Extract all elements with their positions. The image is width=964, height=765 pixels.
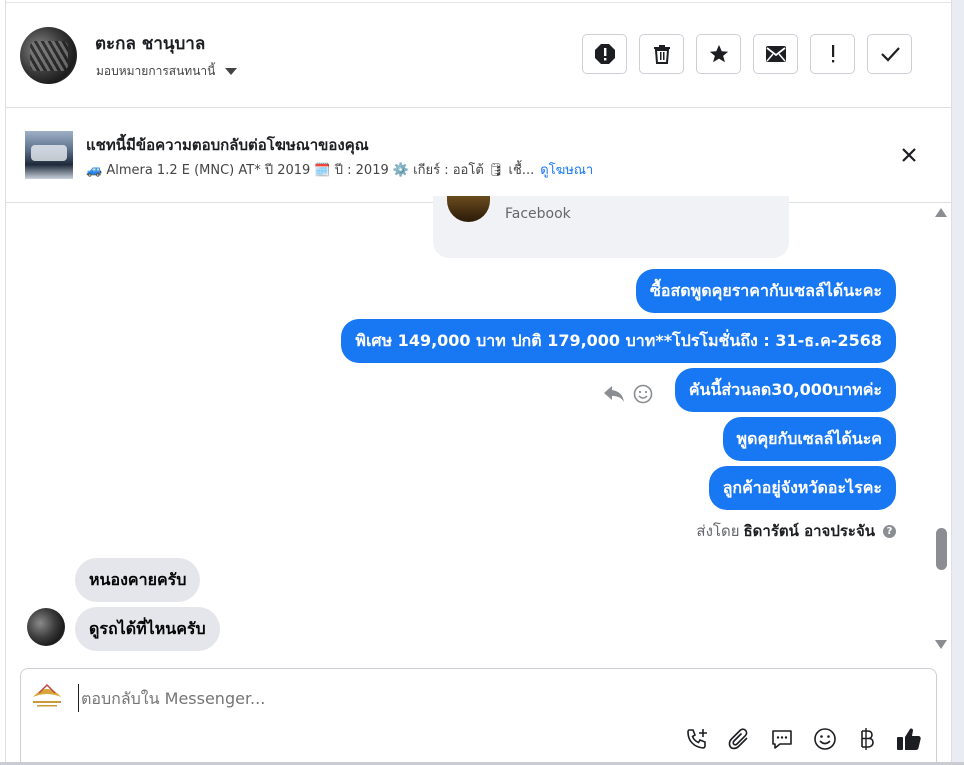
outgoing-message[interactable]: คันนี้ส่วนลด30,000บาทค่ะ [674, 368, 896, 412]
scroll-up-arrow[interactable] [935, 208, 947, 217]
contact-name[interactable]: ตะกล ชานุบาล [95, 30, 205, 57]
sender-name: ธิดารัตน์ อาจประจัน [743, 522, 876, 540]
ad-description: 🚙 Almera 1.2 E (MNC) AT* ปี 2019 🗓️ ปี :… [86, 163, 535, 178]
scroll-down-arrow[interactable] [935, 640, 947, 649]
attach-icon [728, 728, 748, 750]
close-banner-button[interactable] [898, 144, 920, 166]
mark-unread-button[interactable] [753, 34, 798, 74]
emoji-button[interactable] [812, 726, 838, 752]
card-source-label: Facebook [505, 206, 571, 222]
outgoing-message[interactable]: พิเศษ 149,000 บาท ปกติ 179,000 บาท**โปรโ… [341, 319, 896, 363]
baht-icon [861, 728, 874, 750]
payment-button[interactable] [854, 726, 880, 752]
help-icon[interactable]: ? [883, 524, 896, 538]
sent-by-prefix: ส่งโดย [696, 522, 740, 540]
view-ad-link[interactable]: ดูโฆษณา [540, 163, 593, 178]
outgoing-message[interactable]: พูดคุยกับเซลล์ได้นะค [722, 417, 896, 461]
caret-down-icon [225, 68, 238, 75]
frame-left-border [5, 0, 6, 765]
scrollbar-thumb[interactable] [936, 528, 947, 570]
sent-by-label: ส่งโดย ธิดารัตน์ อาจประจัน ? [696, 519, 896, 543]
saved-reply-button[interactable] [769, 726, 795, 752]
attach-button[interactable] [726, 726, 752, 752]
message-actions [603, 384, 653, 404]
header-divider [5, 107, 951, 108]
window-edge-strip [952, 0, 964, 765]
star-button[interactable] [696, 34, 741, 74]
message-composer [20, 668, 937, 765]
close-icon [902, 148, 916, 162]
saved-reply-icon [772, 730, 792, 749]
incoming-message[interactable]: ดูรถได้ที่ไหนครับ [75, 607, 220, 651]
spam-icon [594, 44, 615, 64]
follow-up-button[interactable] [810, 34, 855, 74]
ad-banner-subtitle: 🚙 Almera 1.2 E (MNC) AT* ปี 2019 🗓️ ปี :… [86, 159, 593, 180]
follow-up-icon [831, 45, 834, 63]
emoji-icon [814, 728, 836, 750]
spam-button[interactable] [582, 34, 627, 74]
envelope-icon [765, 46, 786, 62]
like-button[interactable] [896, 726, 922, 752]
contact-avatar[interactable] [20, 27, 77, 84]
react-emoji-icon[interactable] [633, 384, 653, 404]
call-add-icon [687, 729, 707, 749]
assign-conversation-dropdown[interactable]: มอบหมายการสนทนานี้ [96, 62, 238, 81]
star-icon [709, 44, 728, 63]
ad-thumbnail[interactable] [25, 131, 73, 179]
contact-avatar-small [27, 608, 65, 646]
top-border [5, 2, 951, 3]
reply-icon[interactable] [603, 384, 625, 404]
outgoing-message[interactable]: ซื้อสดพูดคุยราคากับเซลล์ได้นะคะ [636, 269, 896, 313]
trash-icon [653, 45, 670, 64]
page-logo-icon [33, 683, 61, 707]
reply-input[interactable] [78, 684, 641, 712]
assign-label: มอบหมายการสนทนานี้ [96, 64, 216, 78]
outgoing-message[interactable]: ลูกค้าอยู่จังหวัดอะไรคะ [708, 466, 896, 510]
done-icon [880, 47, 900, 62]
incoming-message[interactable]: หนองคายครับ [75, 558, 201, 602]
ad-banner-title: แชทนี้มีข้อความตอบกลับต่อโฆษณาของคุณ [86, 136, 369, 154]
mark-done-button[interactable] [867, 34, 912, 74]
like-icon [897, 728, 921, 750]
call-add-button[interactable] [684, 726, 710, 752]
delete-button[interactable] [639, 34, 684, 74]
